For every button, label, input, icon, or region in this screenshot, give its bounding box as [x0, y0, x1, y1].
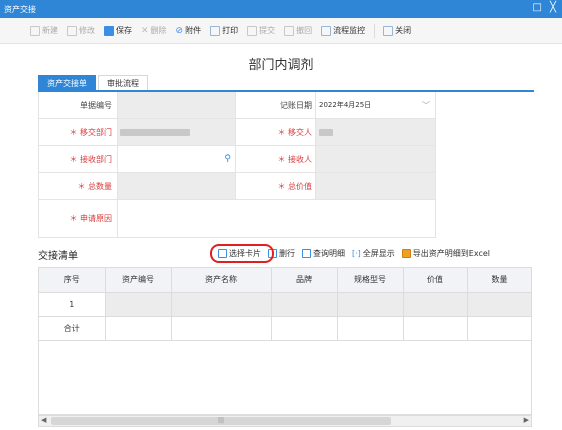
reason-field[interactable] — [118, 200, 436, 237]
col-header: 序号 — [39, 268, 106, 293]
toolbar: 新建 修改 保存 ✕ 删除 ⊘ 附件 打印 提交 撤回 流程监控 关闭 — [0, 18, 562, 44]
withdraw-button[interactable]: 撤回 — [284, 25, 312, 36]
redacted-text — [120, 128, 190, 136]
to-dept-label: ＊ 接收部门 — [38, 146, 118, 172]
new-icon — [30, 25, 40, 36]
chevron-down-icon[interactable]: ﹀ — [422, 100, 430, 111]
total-label: 合计 — [39, 316, 106, 341]
redacted-text — [319, 128, 333, 136]
to-dept-field[interactable]: ⚲ — [118, 146, 236, 172]
handover-form: 单据编号 记账日期 2022年4月25日 ﹀ ＊ 移交部门 ＊ 移交人 ＊ 接收部… — [38, 92, 436, 238]
restore-icon[interactable]: □ — [533, 2, 542, 13]
record-date-label: 记账日期 — [236, 92, 316, 118]
tab-approval-flow[interactable]: 审批流程 — [98, 75, 148, 91]
horizontal-scrollbar[interactable]: ◀ ||| ▶ — [38, 415, 532, 427]
from-dept-field — [118, 119, 236, 145]
submit-icon — [247, 25, 258, 36]
table-cell — [171, 316, 272, 341]
search-icon[interactable]: ⚲ — [224, 154, 231, 164]
export-excel-button[interactable]: 导出资产明细到Excel — [401, 248, 490, 259]
tab-handover-form[interactable]: 资产交接单 — [38, 75, 96, 91]
window-titlebar: 资产交接 □ ╳ — [0, 0, 562, 18]
table-total-row: 合计 — [39, 316, 531, 341]
from-dept-label: ＊ 移交部门 — [38, 119, 118, 145]
page-title: 部门内调剂 — [248, 58, 314, 73]
table-cell[interactable] — [403, 292, 468, 317]
col-header: 价值 — [403, 268, 468, 293]
scroll-left-icon[interactable]: ◀ — [41, 416, 46, 424]
highlight-annotation — [210, 244, 274, 263]
col-header: 规格型号 — [337, 268, 404, 293]
table-cell — [403, 316, 468, 341]
monitor-icon — [321, 25, 332, 36]
table-header: 序号 资产编号 资产名称 品牌 规格型号 价值 数量 — [39, 268, 531, 293]
total-value-label: ＊ 总价值 — [236, 173, 316, 199]
close-button[interactable]: 关闭 — [383, 25, 411, 36]
table-cell — [337, 316, 404, 341]
delete-button[interactable]: ✕ 删除 — [141, 25, 167, 36]
col-header: 数量 — [467, 268, 531, 293]
save-icon — [104, 25, 114, 36]
col-header: 资产名称 — [171, 268, 272, 293]
paperclip-icon: ⊘ — [175, 25, 184, 36]
fullscreen-button[interactable]: [·] 全屏显示 — [352, 248, 395, 259]
table-cell — [105, 316, 172, 341]
table-cell — [467, 316, 531, 341]
delete-icon: ✕ — [141, 25, 149, 36]
attach-button[interactable]: ⊘ 附件 — [176, 25, 202, 36]
col-header: 资产编号 — [105, 268, 172, 293]
close-icon[interactable]: ╳ — [550, 2, 556, 13]
reason-label: ＊ 申请原因 — [38, 200, 118, 237]
printer-icon — [210, 25, 221, 36]
tab-bar: 资产交接单 审批流程 — [38, 75, 150, 91]
table-cell[interactable] — [105, 292, 172, 317]
doc-no-label: 单据编号 — [38, 92, 118, 118]
form-row: ＊ 移交部门 ＊ 移交人 — [38, 119, 436, 146]
to-person-field[interactable] — [316, 146, 436, 172]
scroll-right-icon[interactable]: ▶ — [524, 416, 529, 424]
handover-list-title: 交接清单 — [38, 251, 78, 262]
export-icon — [401, 249, 411, 258]
form-row: ＊ 接收部门 ⚲ ＊ 接收人 — [38, 146, 436, 173]
save-button[interactable]: 保存 — [104, 25, 132, 36]
exit-icon — [383, 25, 394, 36]
table-cell — [271, 316, 338, 341]
withdraw-icon — [284, 25, 295, 36]
total-qty-label: ＊ 总数量 — [38, 173, 118, 199]
query-detail-button[interactable]: 查询明细 — [302, 248, 345, 259]
total-qty-field — [118, 173, 236, 199]
record-date-value: 2022年4月25日 — [319, 101, 372, 109]
from-person-label: ＊ 移交人 — [236, 119, 316, 145]
table-cell[interactable] — [271, 292, 338, 317]
query-icon — [302, 249, 311, 258]
form-row: ＊ 总数量 ＊ 总价值 — [38, 173, 436, 200]
record-date-field[interactable]: 2022年4月25日 ﹀ — [316, 92, 436, 118]
handover-table: 序号 资产编号 资产名称 品牌 规格型号 价值 数量 1 合计 — [38, 267, 532, 415]
window-title: 资产交接 — [4, 4, 36, 14]
fullscreen-icon: [·] — [352, 249, 361, 258]
scroll-thumb[interactable]: ||| — [51, 417, 391, 425]
toolbar-divider — [374, 23, 376, 38]
table-row[interactable]: 1 — [39, 292, 531, 317]
monitor-button[interactable]: 流程监控 — [321, 25, 365, 36]
total-value-field — [316, 173, 436, 199]
table-cell[interactable] — [171, 292, 272, 317]
new-button[interactable]: 新建 — [30, 25, 58, 36]
to-person-label: ＊ 接收人 — [236, 146, 316, 172]
edit-icon — [67, 25, 77, 36]
edit-button[interactable]: 修改 — [67, 25, 95, 36]
form-row: 单据编号 记账日期 2022年4月25日 ﹀ — [38, 92, 436, 119]
doc-no-field — [118, 92, 236, 118]
print-button[interactable]: 打印 — [210, 25, 238, 36]
from-person-field — [316, 119, 436, 145]
col-header: 品牌 — [271, 268, 338, 293]
submit-button[interactable]: 提交 — [247, 25, 275, 36]
table-cell[interactable] — [337, 292, 404, 317]
form-row: ＊ 申请原因 — [38, 200, 436, 238]
table-cell[interactable] — [467, 292, 531, 317]
row-index: 1 — [39, 292, 106, 317]
